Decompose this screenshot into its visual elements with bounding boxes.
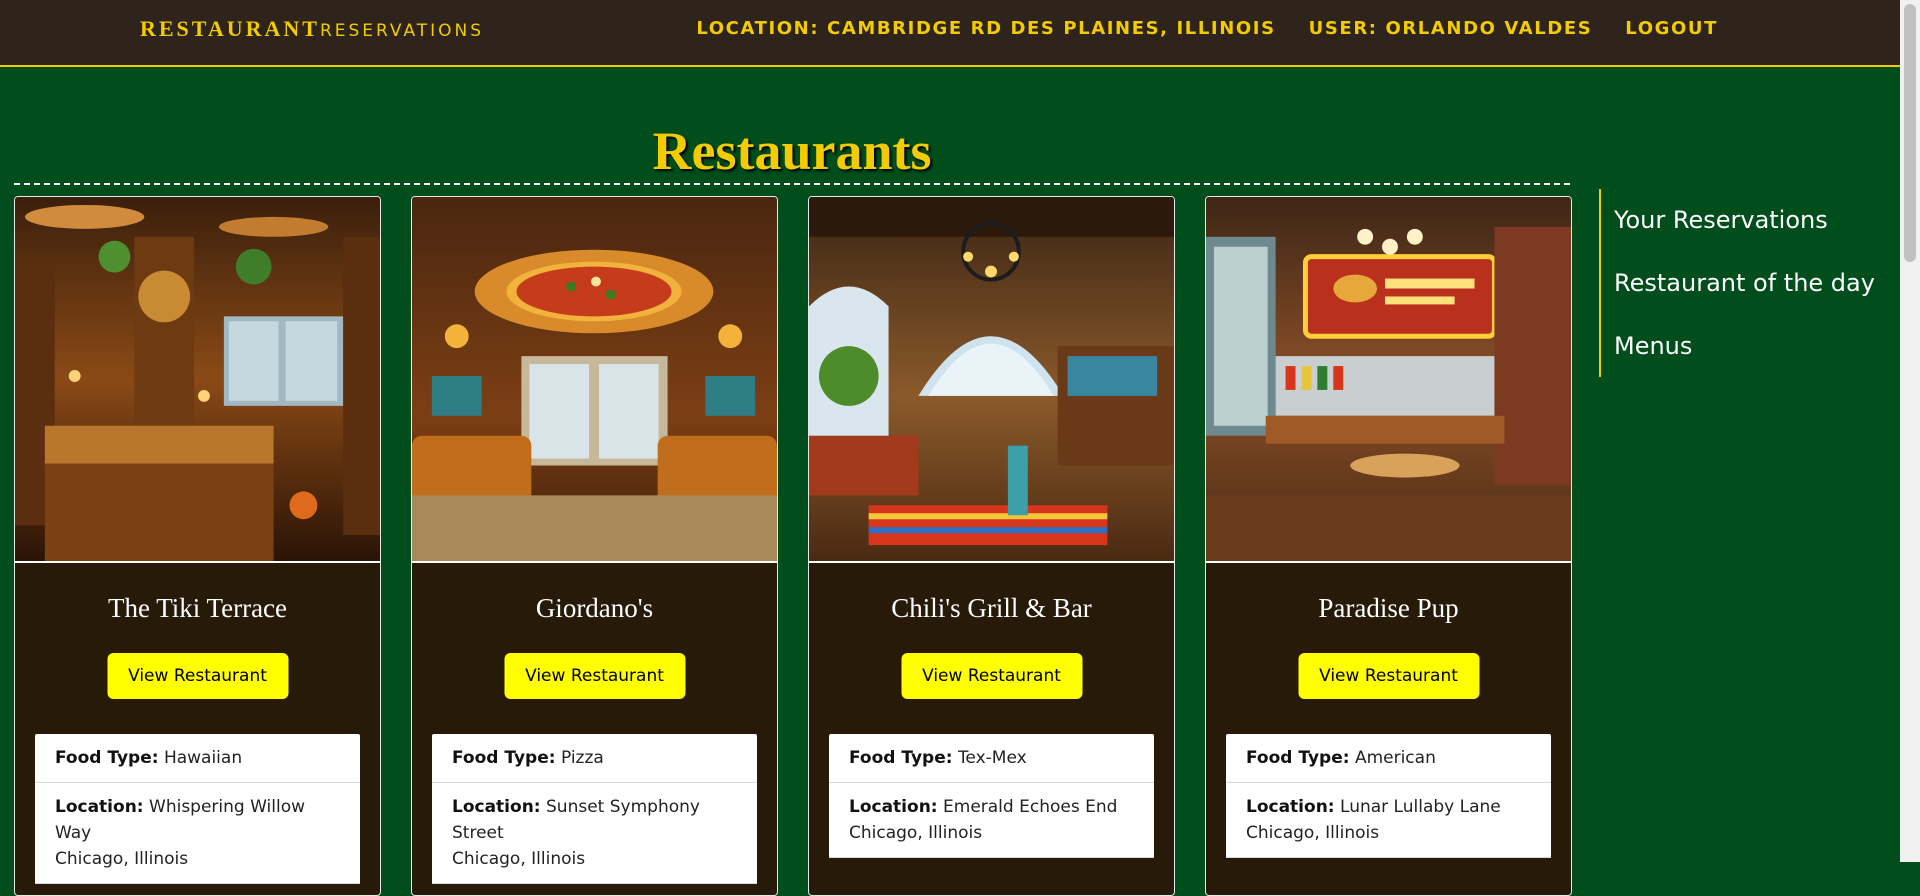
- location-row: Location: Sunset Symphony Street Chicago…: [432, 783, 757, 884]
- food-type-label: Food Type:: [1246, 748, 1350, 768]
- brand-logo[interactable]: RESTAURANTRESERVATIONS: [140, 16, 484, 42]
- restaurant-name: The Tiki Terrace: [107, 593, 288, 623]
- title-divider: [14, 183, 1570, 185]
- food-type-label: Food Type:: [849, 748, 953, 768]
- food-type-value: Pizza: [560, 748, 604, 768]
- location-city: Chicago, Illinois: [1246, 823, 1380, 843]
- top-navbar: RESTAURANTRESERVATIONS LOCATION: CAMBRID…: [0, 0, 1900, 67]
- location-link[interactable]: LOCATION: CAMBRIDGE RD DES PLAINES, ILLI…: [696, 18, 1275, 39]
- food-type-label: Food Type:: [452, 748, 556, 768]
- restaurant-name: Paradise Pup: [1318, 593, 1459, 623]
- location-row: Location: Emerald Echoes End Chicago, Il…: [829, 783, 1154, 858]
- brand-primary: RESTAURANT: [140, 16, 320, 41]
- location-label: Location:: [452, 797, 541, 817]
- sidebar-nav: Your Reservations Restaurant of the day …: [1599, 189, 1875, 377]
- restaurant-details: Food Type: Tex-Mex Location: Emerald Ech…: [829, 734, 1154, 858]
- scrollbar-thumb[interactable]: [1904, 4, 1916, 262]
- brand-secondary: RESERVATIONS: [319, 21, 485, 41]
- header-nav: LOCATION: CAMBRIDGE RD DES PLAINES, ILLI…: [696, 18, 1718, 39]
- location-street: Lunar Lullaby Lane: [1340, 797, 1501, 817]
- location-city: Chicago, Illinois: [55, 849, 189, 869]
- restaurant-image: [1206, 197, 1571, 563]
- location-label: Location:: [849, 797, 938, 817]
- restaurant-image: [412, 197, 777, 563]
- location-city: Chicago, Illinois: [849, 823, 983, 843]
- food-type-label: Food Type:: [55, 748, 159, 768]
- restaurant-name: Giordano's: [535, 593, 654, 623]
- location-city: Chicago, Illinois: [452, 849, 586, 869]
- logout-link[interactable]: LOGOUT: [1625, 18, 1718, 39]
- food-type-value: Tex-Mex: [957, 748, 1027, 768]
- restaurant-card-grid: The Tiki Terrace View Restaurant Food Ty…: [14, 196, 1574, 896]
- restaurant-image: [809, 197, 1174, 563]
- sidebar-item-your-reservations[interactable]: Your Reservations: [1614, 189, 1875, 252]
- food-type-value: Hawaiian: [163, 748, 243, 768]
- page-title: Restaurants: [652, 121, 932, 181]
- restaurant-card: Chili's Grill & Bar View Restaurant Food…: [808, 196, 1175, 896]
- location-label: Location:: [55, 797, 144, 817]
- restaurant-name: Chili's Grill & Bar: [891, 593, 1092, 623]
- food-type-value: American: [1354, 748, 1436, 768]
- restaurant-card: The Tiki Terrace View Restaurant Food Ty…: [14, 196, 381, 896]
- view-restaurant-button[interactable]: View Restaurant: [901, 653, 1082, 699]
- restaurant-card: Paradise Pup View Restaurant Food Type: …: [1205, 196, 1572, 896]
- view-restaurant-button[interactable]: View Restaurant: [107, 653, 288, 699]
- food-type-row: Food Type: American: [1226, 734, 1551, 783]
- food-type-row: Food Type: Tex-Mex: [829, 734, 1154, 783]
- view-restaurant-button[interactable]: View Restaurant: [504, 653, 685, 699]
- location-label: Location:: [1246, 797, 1335, 817]
- food-type-row: Food Type: Pizza: [432, 734, 757, 783]
- sidebar-item-menus[interactable]: Menus: [1614, 315, 1875, 378]
- restaurant-image: [15, 197, 380, 563]
- restaurant-card: Giordano's View Restaurant Food Type: Pi…: [411, 196, 778, 896]
- page-scrollbar[interactable]: [1900, 0, 1920, 862]
- view-restaurant-button[interactable]: View Restaurant: [1298, 653, 1479, 699]
- user-link[interactable]: USER: ORLANDO VALDES: [1309, 18, 1593, 39]
- location-row: Location: Whispering Willow Way Chicago,…: [35, 783, 360, 884]
- location-row: Location: Lunar Lullaby Lane Chicago, Il…: [1226, 783, 1551, 858]
- location-street: Emerald Echoes End: [943, 797, 1118, 817]
- restaurant-details: Food Type: American Location: Lunar Lull…: [1226, 734, 1551, 858]
- food-type-row: Food Type: Hawaiian: [35, 734, 360, 783]
- sidebar-item-restaurant-of-the-day[interactable]: Restaurant of the day: [1614, 252, 1875, 315]
